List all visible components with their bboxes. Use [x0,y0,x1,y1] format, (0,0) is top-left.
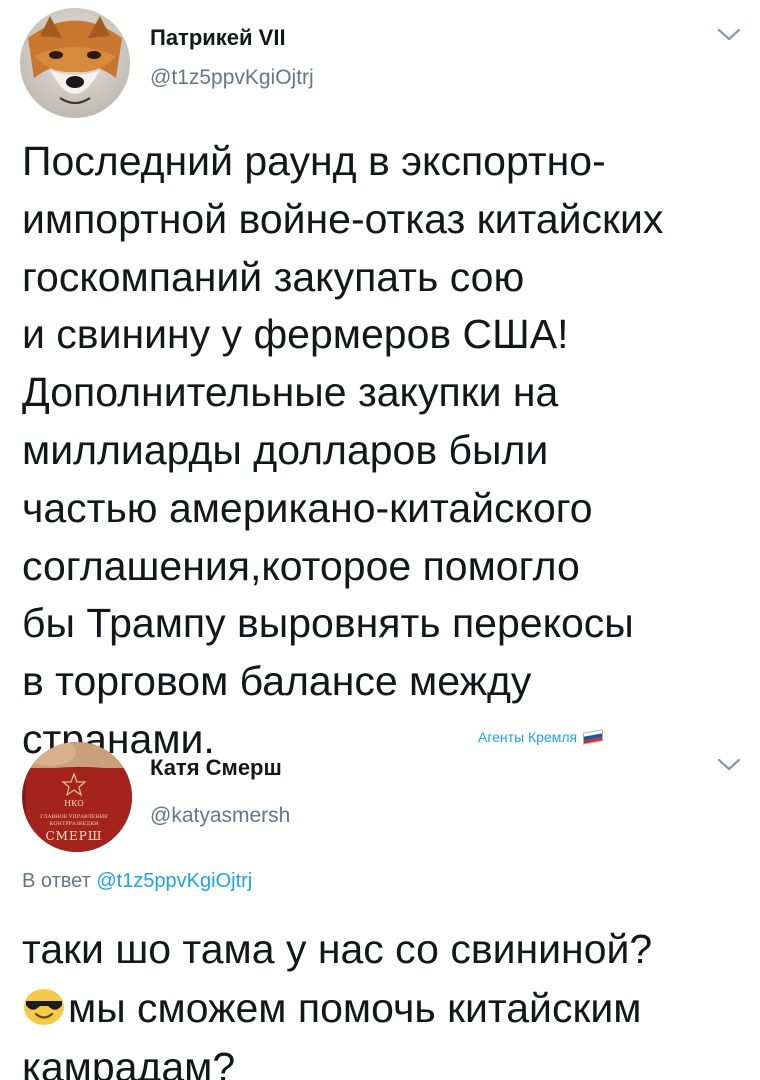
tweet-text-line: частью американо-китайского [22,484,593,531]
tweet-text-line: мы сможем помочь китайским [68,985,642,1031]
watermark: Агенты Кремля [478,729,604,745]
russian-flag-icon [583,729,604,745]
tweet-text-line: таки шо тама у нас со свининой? [22,926,653,972]
watermark-label: Агенты Кремля [478,729,578,745]
tweet-text-line: бы Трампу выровнять перекосы [22,600,634,647]
avatar-text-nko: НКО [64,799,84,808]
tweet-text: Последний раунд в экспортно- импортной в… [22,133,752,769]
tweet-reply: НКО ГЛАВНОЕ УПРАВЛЕНИЕ КОНТРРАЗВЕДКИ СМЕ… [0,740,760,1080]
smiling-face-with-sunglasses-icon [24,989,64,1025]
chevron-down-icon[interactable] [716,756,742,774]
reply-context: В ответ @t1z5ppvKgiOjtrj [22,870,252,893]
reply-prefix: В ответ [22,870,91,892]
author-name[interactable]: Катя Смерш [150,755,282,781]
avatar-text-smersh: СМЕРШ [46,829,103,843]
tweet-text-line: камрадам? [22,1044,236,1080]
author-avatar[interactable] [20,8,130,118]
tweet-text-line: в торговом балансе между [22,658,532,705]
tweet-text-line: миллиарды долларов были [22,426,549,473]
avatar-text-line2: ГЛАВНОЕ УПРАВЛЕНИЕ [40,814,108,820]
tweet-text-line-with-emoji: мы сможем помочь китайским [22,979,752,1038]
author-handle[interactable]: @katyasmersh [150,804,290,828]
author-avatar[interactable]: НКО ГЛАВНОЕ УПРАВЛЕНИЕ КОНТРРАЗВЕДКИ СМЕ… [22,742,132,852]
fox-avatar-icon [20,8,130,118]
tweet-text-line: импортной войне-отказ китайских [22,195,664,242]
author-handle[interactable]: @t1z5ppvKgiOjtrj [150,66,314,90]
tweet-original: Патрикей VII @t1z5ppvKgiOjtrj Последний … [0,0,760,762]
tweet-text-line: госкомпаний закупать сою [22,253,525,300]
smersh-id-card-avatar-icon: НКО ГЛАВНОЕ УПРАВЛЕНИЕ КОНТРРАЗВЕДКИ СМЕ… [22,742,132,852]
tweet-text: таки шо тама у нас со свининой? мы сможе… [22,920,752,1080]
tweet-text-line: Последний раунд в экспортно- [22,138,606,184]
reply-mention-link[interactable]: @t1z5ppvKgiOjtrj [96,870,252,892]
author-name[interactable]: Патрикей VII [150,25,286,51]
tweet-text-line: соглашения,которое помогло [22,542,580,589]
tweet-text-line: Дополнительные закупки на [22,369,559,416]
chevron-down-icon[interactable] [716,26,742,44]
avatar-text-line3: КОНТРРАЗВЕДКИ [50,821,100,827]
tweet-text-line: и свинину у фермеров США! [22,311,569,358]
